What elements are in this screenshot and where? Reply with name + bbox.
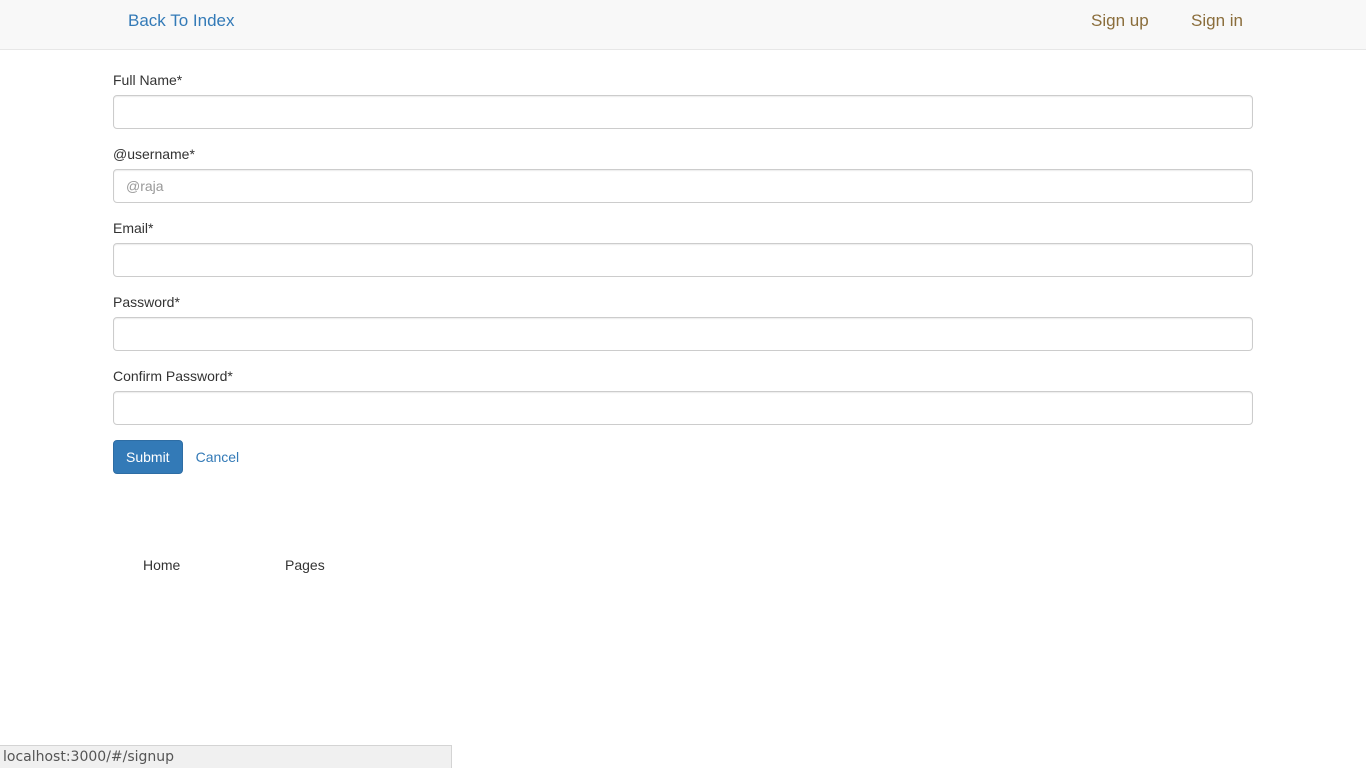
submit-button[interactable]: Submit bbox=[113, 440, 183, 474]
full-name-group: Full Name* bbox=[113, 70, 1253, 129]
password-input[interactable] bbox=[113, 317, 1253, 351]
browser-status-bar: localhost:3000/#/signup bbox=[0, 745, 452, 768]
full-name-label: Full Name* bbox=[113, 72, 183, 88]
back-to-index-link[interactable]: Back To Index bbox=[128, 11, 234, 31]
confirm-password-group: Confirm Password* bbox=[113, 366, 1253, 425]
email-label: Email* bbox=[113, 220, 154, 236]
signup-form: Full Name* @username* Email* Password* C… bbox=[113, 70, 1253, 474]
footer-home-link[interactable]: Home bbox=[143, 556, 180, 574]
sign-up-link[interactable]: Sign up bbox=[1091, 11, 1149, 31]
sign-in-link[interactable]: Sign in bbox=[1191, 11, 1243, 31]
top-navbar: Back To Index Sign up Sign in bbox=[0, 0, 1366, 50]
username-label: @username* bbox=[113, 146, 195, 162]
confirm-password-label: Confirm Password* bbox=[113, 368, 233, 384]
footer-pages-link[interactable]: Pages bbox=[285, 556, 325, 574]
password-group: Password* bbox=[113, 292, 1253, 351]
email-group: Email* bbox=[113, 218, 1253, 277]
cancel-link[interactable]: Cancel bbox=[196, 449, 240, 465]
confirm-password-input[interactable] bbox=[113, 391, 1253, 425]
email-input[interactable] bbox=[113, 243, 1253, 277]
form-actions: Submit Cancel bbox=[113, 440, 1253, 474]
username-input[interactable] bbox=[113, 169, 1253, 203]
password-label: Password* bbox=[113, 294, 180, 310]
username-group: @username* bbox=[113, 144, 1253, 203]
full-name-input[interactable] bbox=[113, 95, 1253, 129]
